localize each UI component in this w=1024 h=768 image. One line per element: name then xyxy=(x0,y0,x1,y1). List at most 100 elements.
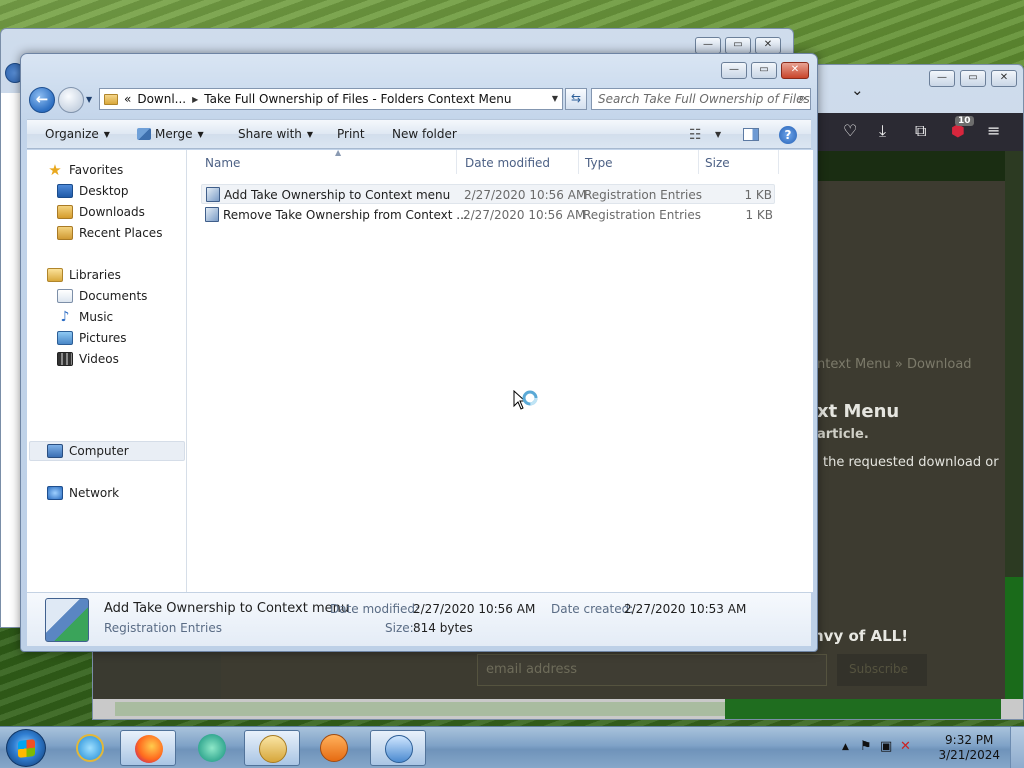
print-button[interactable]: Print xyxy=(337,127,365,141)
page-paragraph: the requested download or xyxy=(823,455,999,470)
action-center-flag-icon[interactable]: ⚑ xyxy=(860,739,872,754)
new-folder-button[interactable]: New folder xyxy=(392,127,457,141)
ff-minimize-button[interactable]: — xyxy=(929,70,955,87)
details-file-name: Add Take Ownership to Context menu xyxy=(104,601,350,616)
address-bar[interactable]: « Downl... ▶ Take Full Ownership of File… xyxy=(99,88,563,110)
column-label: Name xyxy=(205,156,241,170)
subscribe-button[interactable]: Subscribe xyxy=(837,654,927,686)
change-view-icon[interactable]: ☷ xyxy=(689,127,702,143)
show-desktop-button[interactable] xyxy=(1010,727,1024,768)
email-input[interactable]: email address xyxy=(477,654,827,686)
maximize-button[interactable]: ▭ xyxy=(751,62,777,79)
close-button[interactable]: ✕ xyxy=(781,62,809,79)
tree-item-pictures[interactable]: Pictures xyxy=(57,328,127,348)
bg-close-button[interactable]: ✕ xyxy=(755,37,781,54)
tree-label: Videos xyxy=(79,352,119,366)
horizontal-scrollbar[interactable] xyxy=(93,699,1023,719)
volume-muted-icon[interactable]: ✕ xyxy=(900,739,911,754)
glary-icon xyxy=(198,734,226,762)
share-with-button[interactable]: Share with ▼ xyxy=(238,127,313,141)
tree-item-computer[interactable]: Computer xyxy=(47,441,129,461)
downloads-folder-icon xyxy=(57,205,73,219)
vertical-scrollbar[interactable] xyxy=(1005,151,1023,719)
column-header-size[interactable]: Size xyxy=(699,150,779,174)
recent-pages-chevron-icon[interactable]: ▼ xyxy=(86,95,92,104)
taskbar-glary-utilities[interactable] xyxy=(184,730,240,766)
bg-maximize-button[interactable]: ▭ xyxy=(725,37,751,54)
breadcrumb-separator-icon[interactable]: ▶ xyxy=(192,95,198,104)
taskbar-internet-explorer[interactable] xyxy=(62,730,118,766)
tree-label: Network xyxy=(69,486,120,500)
bg-minimize-button[interactable]: — xyxy=(695,37,721,54)
horizontal-scroll-thumb[interactable] xyxy=(115,702,725,716)
tree-item-desktop[interactable]: Desktop xyxy=(57,181,129,201)
file-name: Add Take Ownership to Context menu xyxy=(224,188,451,202)
column-header-name[interactable]: Name ▲ xyxy=(199,148,457,174)
details-size: 814 bytes xyxy=(413,621,473,635)
file-date: 2/27/2020 10:56 AM xyxy=(464,188,587,202)
ff-maximize-button[interactable]: ▭ xyxy=(960,70,986,87)
breadcrumb-segment-downloads[interactable]: Downl... xyxy=(137,92,186,106)
newsletter-heading: nvy of ALL! xyxy=(813,627,909,645)
tree-item-network[interactable]: Network xyxy=(47,483,119,503)
downloads-icon[interactable]: ⤓ xyxy=(879,122,886,140)
menu-icon[interactable]: ≡ xyxy=(987,122,1000,140)
file-row[interactable]: Add Take Ownership to Context menu 2/27/… xyxy=(201,184,775,204)
view-options-chevron-icon[interactable]: ▼ xyxy=(715,130,721,139)
back-arrow-icon[interactable]: ← xyxy=(29,87,55,113)
start-button[interactable] xyxy=(6,729,46,767)
recent-places-icon xyxy=(57,226,73,240)
clock[interactable]: 9:32 PM 3/21/2024 xyxy=(938,733,1000,763)
tree-item-recent-places[interactable]: Recent Places xyxy=(57,223,162,243)
libraries-icon xyxy=(47,268,63,282)
extensions-icon[interactable]: ⧉ xyxy=(915,122,926,140)
firefox-icon xyxy=(135,735,163,763)
details-file-type: Registration Entries xyxy=(104,621,222,635)
tree-item-libraries[interactable]: Libraries xyxy=(47,265,121,285)
tree-label: Recent Places xyxy=(79,226,163,240)
preview-pane-icon[interactable] xyxy=(743,128,759,141)
taskbar-firefox[interactable] xyxy=(120,730,176,766)
merge-button[interactable]: Merge ▼ xyxy=(137,127,204,141)
folder-icon xyxy=(104,93,118,105)
pocket-icon[interactable]: ♡ xyxy=(843,122,857,140)
breadcrumb-segment-current[interactable]: Take Full Ownership of Files - Folders C… xyxy=(204,92,511,106)
tree-item-documents[interactable]: Documents xyxy=(57,286,147,306)
search-icon[interactable]: ⌕ xyxy=(799,91,806,106)
show-hidden-icons-icon[interactable]: ▲ xyxy=(842,742,849,752)
file-type: Registration Entries xyxy=(584,188,702,202)
column-header-date-modified[interactable]: Date modified xyxy=(459,150,579,174)
column-header-type[interactable]: Type xyxy=(579,150,699,174)
taskbar: ▲ ⚑ ▣ ✕ 9:32 PM 3/21/2024 xyxy=(0,726,1024,768)
address-dropdown-icon[interactable]: ▼ xyxy=(552,94,558,103)
taskbar-registry-tool[interactable] xyxy=(370,730,426,766)
details-pane: Add Take Ownership to Context menu Regis… xyxy=(27,592,811,646)
tree-label: Pictures xyxy=(79,331,127,345)
refresh-icon[interactable]: ⇆ xyxy=(565,88,587,110)
share-with-label: Share with xyxy=(238,127,302,141)
tree-label: Documents xyxy=(79,289,148,303)
search-input[interactable]: Search Take Full Ownership of Files - ..… xyxy=(591,88,811,110)
tree-label: Libraries xyxy=(69,268,121,282)
page-breadcrumb[interactable]: ntext Menu » Download xyxy=(817,357,972,372)
organize-button[interactable]: Organize ▼ xyxy=(45,127,110,141)
file-name: Remove Take Ownership from Context ... xyxy=(223,208,468,222)
file-row[interactable]: Remove Take Ownership from Context ... 2… xyxy=(201,205,775,225)
tree-item-music[interactable]: ♪ Music xyxy=(57,307,114,327)
list-all-tabs-icon[interactable]: ⌄ xyxy=(851,81,864,99)
ff-close-button[interactable]: ✕ xyxy=(991,70,1017,87)
network-tray-icon[interactable]: ▣ xyxy=(880,739,892,754)
breadcrumb-overflow[interactable]: « xyxy=(124,92,131,106)
taskbar-file-explorer[interactable] xyxy=(244,730,300,766)
tree-label: Favorites xyxy=(69,163,124,177)
tree-item-videos[interactable]: Videos xyxy=(57,349,119,369)
forward-arrow-icon[interactable] xyxy=(58,87,84,113)
minimize-button[interactable]: — xyxy=(721,62,747,79)
navigation-pane: ★ Favorites Desktop Downloads Recent Plac… xyxy=(27,150,187,592)
system-tray: ▲ ⚑ ▣ ✕ 9:32 PM 3/21/2024 xyxy=(834,727,1024,768)
taskbar-media-player[interactable] xyxy=(306,730,362,766)
help-icon[interactable]: ? xyxy=(779,126,797,144)
videos-icon xyxy=(57,352,73,366)
tree-item-favorites[interactable]: ★ Favorites xyxy=(47,160,123,180)
tree-item-downloads[interactable]: Downloads xyxy=(57,202,145,222)
